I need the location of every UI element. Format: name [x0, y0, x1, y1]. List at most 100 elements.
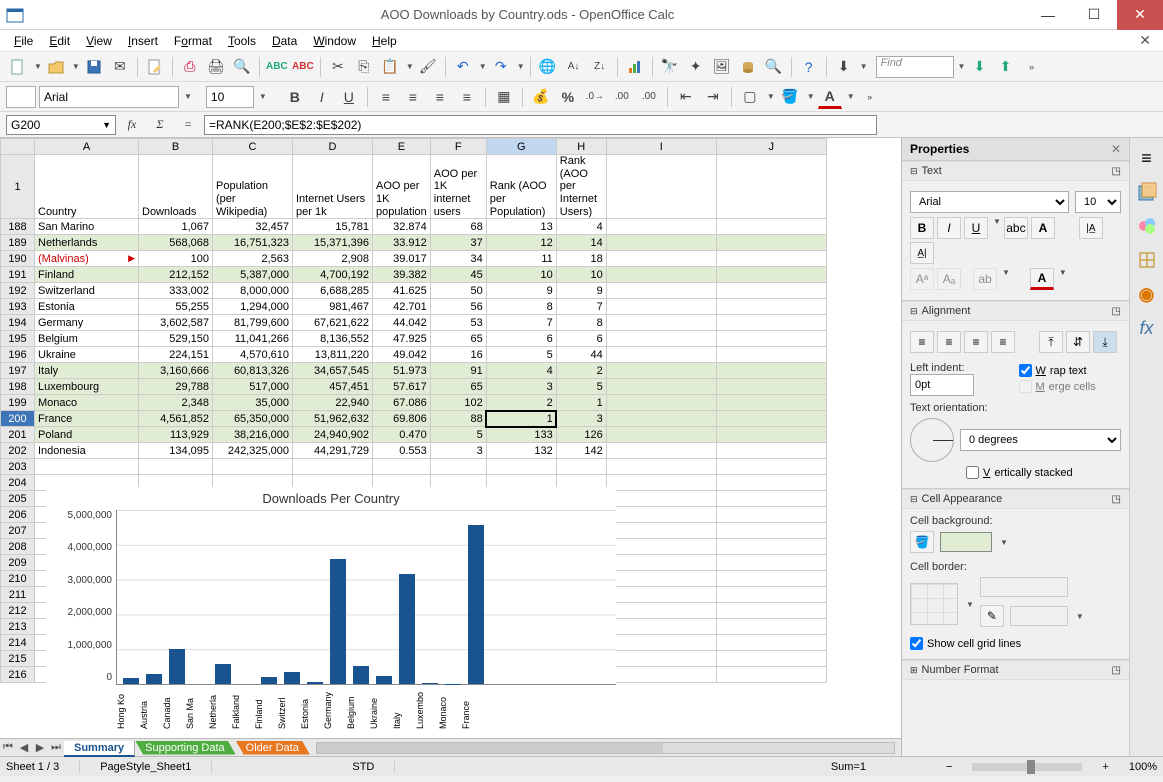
border-color-icon[interactable]: ✎: [980, 605, 1004, 627]
cell[interactable]: 4: [486, 363, 556, 379]
zoom-out-icon[interactable]: −: [946, 761, 952, 773]
minimize-button[interactable]: —: [1025, 0, 1071, 30]
sidebar-tab-styles-icon[interactable]: [1135, 180, 1159, 204]
find-next-icon[interactable]: ⬇: [967, 55, 991, 79]
row-header[interactable]: 205: [1, 491, 35, 507]
zoom-icon[interactable]: 🔍: [762, 55, 786, 79]
show-grid-checkbox[interactable]: Show cell grid lines: [910, 637, 1121, 650]
sheet-first-icon[interactable]: ⏮: [0, 741, 16, 754]
cell[interactable]: [606, 619, 716, 635]
col-header-G[interactable]: G: [486, 139, 556, 155]
cell[interactable]: 49.042: [373, 347, 431, 363]
row-header[interactable]: 212: [1, 603, 35, 619]
remove-decimal-icon[interactable]: .00: [610, 85, 634, 109]
border-preview[interactable]: [910, 583, 958, 625]
cell[interactable]: 13,811,220: [293, 347, 373, 363]
cell[interactable]: 67.086: [373, 395, 431, 411]
align-center-icon[interactable]: ≡: [401, 85, 425, 109]
zoom-slider[interactable]: [972, 763, 1082, 771]
cell[interactable]: [606, 507, 716, 523]
borders-icon[interactable]: ▢: [738, 85, 762, 109]
cell[interactable]: [293, 459, 373, 475]
cell[interactable]: 10: [556, 267, 606, 283]
cell[interactable]: [716, 459, 826, 475]
cell[interactable]: 12: [486, 235, 556, 251]
cut-icon[interactable]: ✂: [326, 55, 350, 79]
extension-icon[interactable]: ⬇: [832, 55, 856, 79]
header-cell[interactable]: Rank (AOO per Population): [486, 155, 556, 219]
cell[interactable]: 2,908: [293, 251, 373, 267]
row-header[interactable]: 196: [1, 347, 35, 363]
cell[interactable]: [606, 555, 716, 571]
sb-shrink-font-icon[interactable]: A̲|: [910, 242, 934, 264]
edit-file-icon[interactable]: [143, 55, 167, 79]
cell[interactable]: 8: [486, 299, 556, 315]
cell[interactable]: [606, 603, 716, 619]
header-cell[interactable]: Population (per Wikipedia): [213, 155, 293, 219]
cell[interactable]: [716, 587, 826, 603]
col-header-A[interactable]: A: [35, 139, 139, 155]
bg-bucket-icon[interactable]: 🪣: [910, 531, 934, 553]
maximize-button[interactable]: ☐: [1071, 0, 1117, 30]
sb-shadow-icon[interactable]: A: [1031, 217, 1055, 239]
row-header[interactable]: 215: [1, 651, 35, 667]
row-header[interactable]: 197: [1, 363, 35, 379]
zoom-value[interactable]: 100%: [1129, 761, 1157, 773]
sb-align-center-icon[interactable]: ≡: [937, 331, 961, 353]
cell[interactable]: [606, 635, 716, 651]
cell[interactable]: 32.874: [373, 219, 431, 235]
find-icon[interactable]: 🔭: [658, 55, 682, 79]
header-cell[interactable]: Downloads: [139, 155, 213, 219]
cell[interactable]: 6,688,285: [293, 283, 373, 299]
menu-insert[interactable]: Insert: [120, 32, 166, 50]
cell[interactable]: 16,751,323: [213, 235, 293, 251]
menu-edit[interactable]: Edit: [41, 32, 78, 50]
cell[interactable]: 60,813,326: [213, 363, 293, 379]
cell[interactable]: 34,657,545: [293, 363, 373, 379]
print-icon[interactable]: 🖨: [204, 55, 228, 79]
menu-file[interactable]: File: [6, 32, 41, 50]
cell[interactable]: 6: [556, 331, 606, 347]
cell[interactable]: 13: [486, 219, 556, 235]
cell[interactable]: 51,962,632: [293, 411, 373, 427]
cell[interactable]: [716, 635, 826, 651]
cell[interactable]: 88: [430, 411, 486, 427]
row-header[interactable]: 209: [1, 555, 35, 571]
row-header[interactable]: 191: [1, 267, 35, 283]
status-sum[interactable]: Sum=1: [831, 761, 866, 773]
row-header[interactable]: 194: [1, 315, 35, 331]
align-justify-icon[interactable]: ≡: [455, 85, 479, 109]
bg-color-swatch[interactable]: [940, 532, 992, 552]
sb-valign-top-icon[interactable]: ⤒: [1039, 331, 1063, 353]
navigator-icon[interactable]: ✦: [684, 55, 708, 79]
cell[interactable]: [716, 523, 826, 539]
cell[interactable]: 91: [430, 363, 486, 379]
cell[interactable]: 65: [430, 331, 486, 347]
pdf-icon[interactable]: ⎙: [178, 55, 202, 79]
sheet-prev-icon[interactable]: ◀: [16, 741, 32, 754]
cell[interactable]: [430, 459, 486, 475]
fontcolor-icon[interactable]: A: [818, 85, 842, 109]
cell[interactable]: 568,068: [139, 235, 213, 251]
menu-format[interactable]: Format: [166, 32, 220, 50]
cell[interactable]: 333,002: [139, 283, 213, 299]
cell[interactable]: Germany: [35, 315, 139, 331]
cell[interactable]: 224,151: [139, 347, 213, 363]
col-header-E[interactable]: E: [373, 139, 431, 155]
cell[interactable]: 3: [486, 379, 556, 395]
cell[interactable]: 56: [430, 299, 486, 315]
cell[interactable]: France: [35, 411, 139, 427]
underline-icon[interactable]: U: [337, 85, 361, 109]
cell[interactable]: 981,467: [293, 299, 373, 315]
cell[interactable]: 2: [486, 395, 556, 411]
cell[interactable]: 212,152: [139, 267, 213, 283]
align-right-icon[interactable]: ≡: [428, 85, 452, 109]
cell[interactable]: [716, 555, 826, 571]
cell[interactable]: 529,150: [139, 331, 213, 347]
bold-icon[interactable]: B: [283, 85, 307, 109]
cell[interactable]: [716, 667, 826, 683]
row-header[interactable]: 216: [1, 667, 35, 683]
cell[interactable]: [716, 571, 826, 587]
sb-sub-icon[interactable]: Aₐ: [937, 268, 961, 290]
cell[interactable]: San Marino: [35, 219, 139, 235]
